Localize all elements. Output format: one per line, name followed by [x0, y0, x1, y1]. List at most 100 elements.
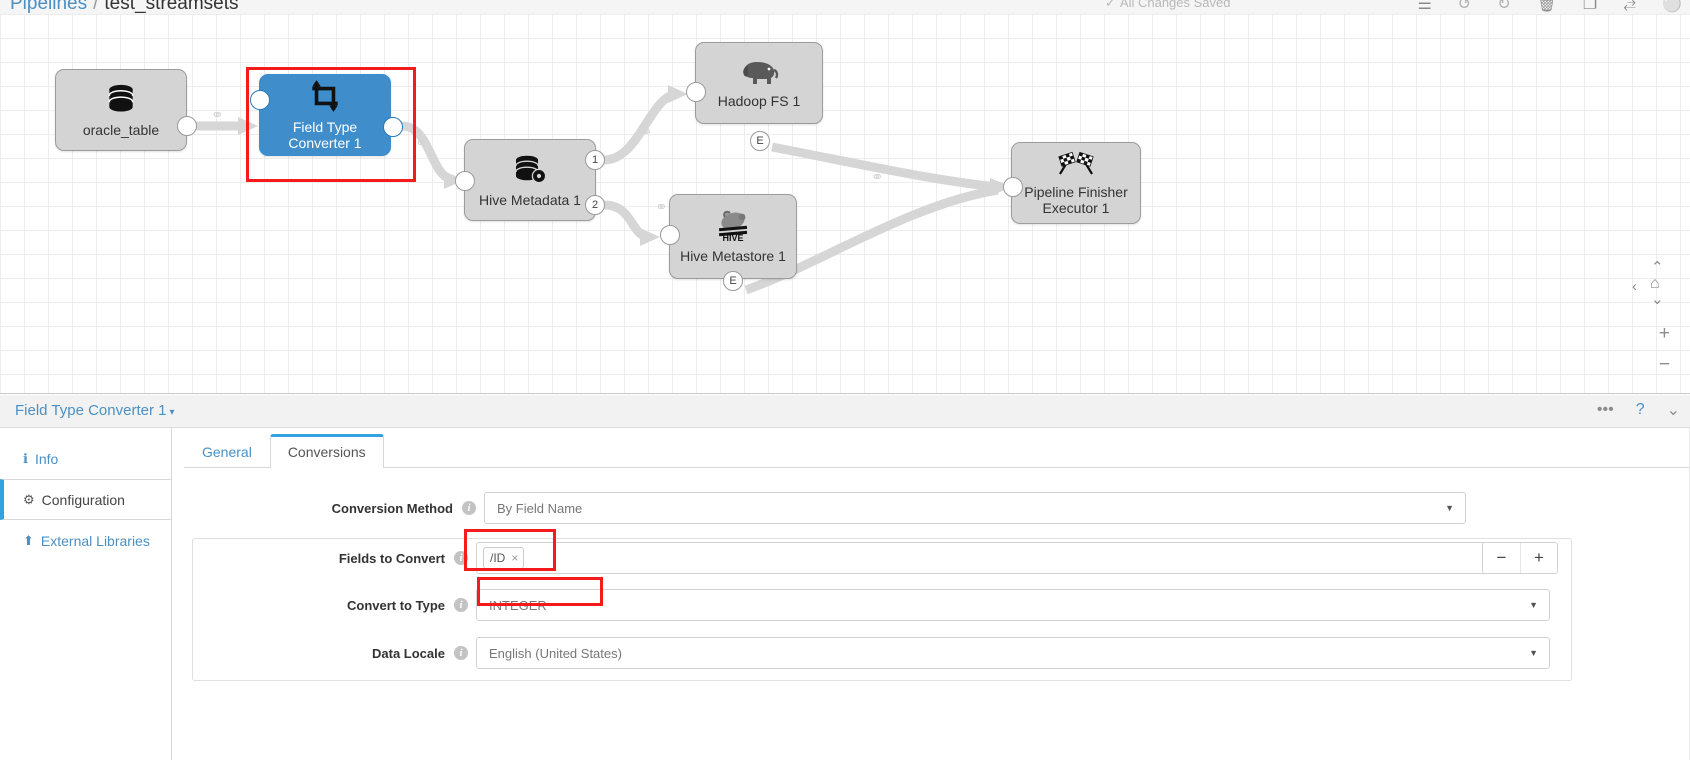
label-data-locale: Data Locale i — [184, 646, 476, 661]
port-input-pipeline-finisher[interactable] — [1003, 177, 1023, 197]
canvas-pan-control[interactable]: ‹ ⌂ ⌃ ⌄ — [1632, 258, 1676, 312]
field-tag-label: /ID — [490, 550, 506, 565]
data-locale-value: English (United States) — [489, 645, 622, 661]
info-icon[interactable]: i — [454, 598, 468, 612]
metrics-gauge-icon: ⚭ — [211, 107, 224, 124]
sidebar-item-configuration[interactable]: ⚙ Configuration — [0, 479, 171, 520]
pipeline-node-hive-metastore[interactable]: HIVE Hive Metastore 1 — [669, 194, 797, 279]
pipeline-canvas[interactable]: oracle_table ⚭ Field Type Converter 1 ⚭ — [0, 14, 1690, 394]
chevron-down-icon: ▼ — [1529, 600, 1538, 610]
node-label: oracle_table — [82, 121, 160, 138]
canvas-zoom-control[interactable]: + − — [1659, 324, 1670, 374]
label-convert-to-type: Convert to Type i — [184, 598, 476, 613]
checkered-flags-icon — [1056, 150, 1096, 180]
tab-general[interactable]: General — [184, 436, 270, 468]
field-label-text: Conversion Method — [331, 500, 453, 516]
panel-header-actions: ••• ? ⌄ — [1597, 400, 1680, 420]
node-label: Field Type Converter 1 — [288, 118, 362, 151]
port-label: 1 — [591, 154, 599, 166]
sidebar-item-label: Info — [34, 450, 59, 467]
info-icon[interactable]: i — [454, 551, 468, 565]
undo-icon[interactable]: ↺ — [1458, 0, 1471, 14]
user-icon[interactable]: ⚪ — [1662, 0, 1682, 14]
tab-label: General — [202, 444, 252, 460]
breadcrumb-pipelines-link[interactable]: Pipelines — [10, 0, 87, 14]
pipeline-node-hive-metadata[interactable]: Hive Metadata 1 — [464, 139, 596, 221]
streamsets-pipeline-editor: Pipelines / test_streamsets ✓ All Changes S… — [0, 0, 1690, 760]
sidebar-item-external-libraries[interactable]: ⬆ External Libraries — [0, 520, 171, 561]
pan-down-icon[interactable]: ⌄ — [1651, 290, 1664, 308]
field-tag[interactable]: /ID × — [483, 547, 525, 569]
node-label: Hive Metastore 1 — [680, 248, 786, 265]
port-output-field-type-converter[interactable] — [383, 117, 403, 137]
remove-tag-icon[interactable]: × — [511, 551, 518, 565]
metrics-gauge-icon: ⚭ — [655, 199, 668, 216]
convert-to-type-value: INTEGER — [489, 597, 547, 613]
sidebar-item-info[interactable]: ℹ Info — [0, 438, 171, 479]
port-label: 2 — [591, 199, 599, 211]
metrics-gauge-icon: ⚭ — [871, 169, 884, 186]
pipeline-node-pipeline-finisher-executor[interactable]: Pipeline Finisher Executor 1 — [1011, 142, 1141, 224]
port-output-1-hive-metadata[interactable]: 1 — [585, 150, 605, 170]
port-output-oracle-table[interactable] — [177, 116, 197, 136]
node-label: Hadoop FS 1 — [717, 92, 801, 109]
port-input-field-type-converter[interactable] — [250, 90, 270, 110]
zoom-out-button[interactable]: − — [1659, 355, 1670, 374]
config-tabs: General Conversions — [184, 428, 1690, 468]
help-icon[interactable]: ? — [1636, 401, 1645, 419]
control-fields-to-convert: /ID × — [464, 529, 1550, 574]
info-icon[interactable]: i — [454, 646, 468, 660]
notes-icon[interactable]: ☰ — [1417, 0, 1431, 14]
hadoop-elephant-icon — [738, 57, 780, 89]
add-conversion-button[interactable]: + — [1520, 543, 1557, 573]
collapse-panel-icon[interactable]: ⌄ — [1667, 400, 1680, 420]
zoom-in-button[interactable]: + — [1659, 324, 1670, 343]
port-output-2-hive-metadata[interactable]: 2 — [585, 195, 605, 215]
data-locale-select[interactable]: English (United States) ▼ — [476, 637, 1550, 669]
pipeline-node-oracle-table[interactable]: oracle_table — [55, 69, 187, 151]
control-conversion-method: By Field Name ▼ — [484, 492, 1466, 524]
label-fields-to-convert: Fields to Convert i — [184, 551, 476, 566]
field-row-conversion-method: Conversion Method i By Field Name ▼ — [184, 492, 1676, 524]
field-label-text: Fields to Convert — [338, 550, 445, 566]
auto-arrange-icon[interactable]: ⥄ — [1623, 0, 1636, 13]
svg-text:HIVE: HIVE — [722, 233, 743, 242]
conversions-form: Conversion Method i By Field Name ▼ Fiel… — [184, 468, 1690, 681]
conversion-method-value: By Field Name — [497, 500, 583, 516]
convert-to-type-select[interactable]: INTEGER ▼ — [476, 589, 1550, 621]
conversion-method-select[interactable]: By Field Name ▼ — [484, 492, 1466, 524]
delete-icon[interactable]: 🗑 — [1537, 0, 1557, 14]
info-icon[interactable]: i — [462, 501, 476, 515]
port-input-hadoop-fs[interactable] — [686, 82, 706, 102]
panel-title-dropdown[interactable]: Field Type Converter 1 ▾ — [15, 402, 175, 419]
breadcrumb: Pipelines / test_streamsets — [10, 0, 239, 14]
port-input-hive-metastore[interactable] — [660, 225, 680, 245]
tab-conversions[interactable]: Conversions — [269, 434, 384, 468]
field-row-data-locale: Data Locale i English (United States) ▼ — [184, 637, 1572, 669]
fields-to-convert-input[interactable]: /ID × — [476, 542, 1550, 574]
metrics-gauge-icon: ⚭ — [415, 135, 428, 152]
port-error-hive-metastore[interactable]: E — [723, 271, 743, 291]
more-options-icon[interactable]: ••• — [1597, 401, 1614, 419]
pan-left-icon[interactable]: ‹ — [1632, 278, 1637, 295]
pipeline-edges — [196, 85, 1012, 295]
pan-up-icon[interactable]: ⌃ — [1651, 258, 1664, 276]
database-icon — [104, 82, 138, 118]
tab-label: Conversions — [287, 444, 366, 460]
panel-body: ℹ Info ⚙ Configuration ⬆ External Librar… — [0, 428, 1690, 760]
control-convert-to-type: INTEGER ▼ — [476, 577, 1550, 621]
pipeline-node-hadoop-fs[interactable]: Hadoop FS 1 — [695, 42, 823, 124]
pipeline-node-field-type-converter[interactable]: Field Type Converter 1 — [259, 74, 391, 156]
top-toolbar-icons: ☰ ↺ ↻ 🗑 ❐ ⥄ ⚪ — [1417, 0, 1682, 14]
duplicate-icon[interactable]: ❐ — [1583, 0, 1597, 14]
node-label: Pipeline Finisher Executor 1 — [1024, 183, 1128, 216]
remove-conversion-button[interactable]: − — [1483, 543, 1520, 573]
port-input-hive-metadata[interactable] — [455, 171, 475, 191]
chevron-down-icon: ▼ — [1445, 503, 1454, 513]
port-error-hadoop-fs[interactable]: E — [750, 131, 770, 151]
sidebar-item-label: External Libraries — [40, 532, 150, 549]
panel-content: General Conversions Conversion Method i — [172, 428, 1690, 760]
node-label: Hive Metadata 1 — [479, 191, 581, 208]
field-row-convert-to-type: Convert to Type i INTEGER ▼ — [184, 577, 1572, 621]
redo-icon[interactable]: ↻ — [1497, 0, 1510, 14]
